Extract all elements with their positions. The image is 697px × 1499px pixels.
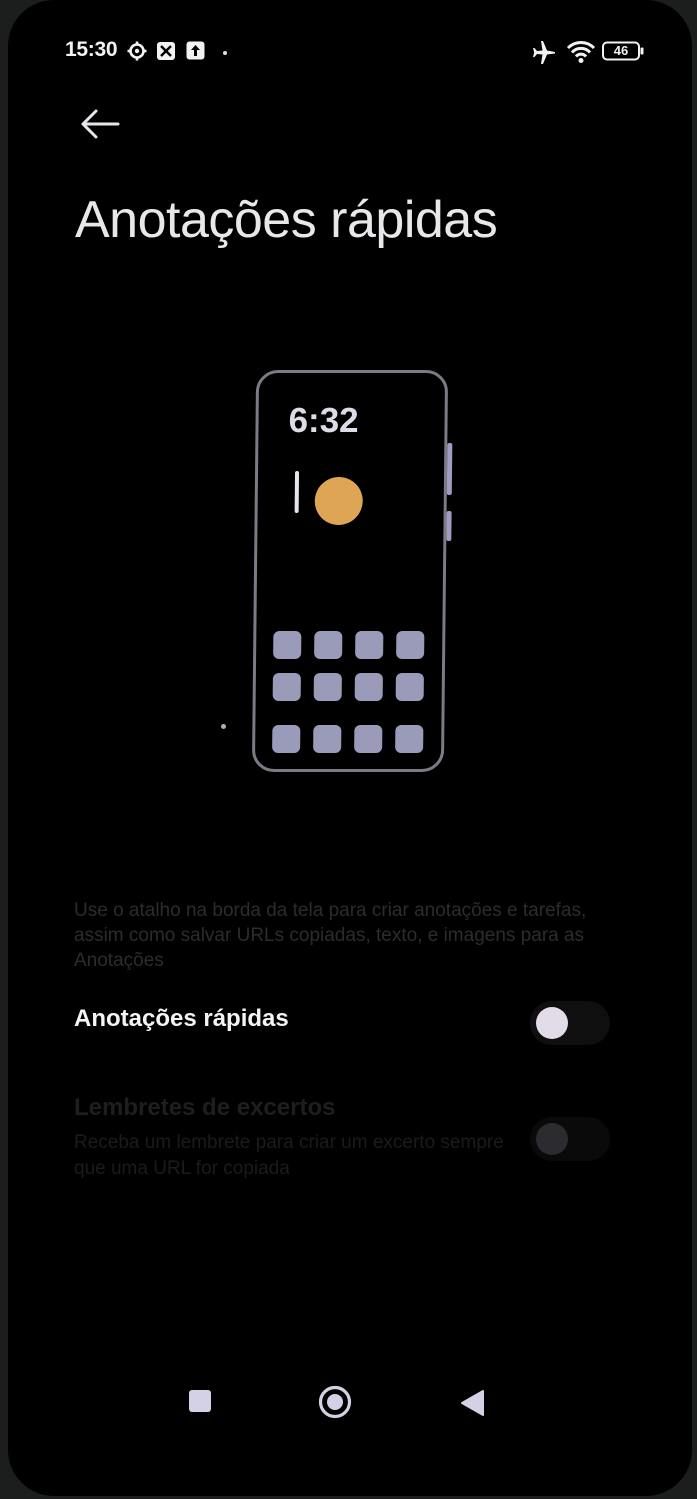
illustration-app-icon xyxy=(272,725,301,753)
toggle-knob xyxy=(536,1007,568,1039)
illustration-app-icon xyxy=(313,673,342,701)
app-notification-icon xyxy=(157,42,175,60)
illustration-app-icon xyxy=(354,673,383,701)
page-title: Anotações rápidas xyxy=(75,191,498,249)
illustration-app-icon xyxy=(355,631,384,659)
feature-description: Use o atalho na borda da tela para criar… xyxy=(74,900,587,971)
illustration-phone-frame: 6:32 xyxy=(251,370,453,772)
back-arrow-icon[interactable] xyxy=(78,104,122,144)
illustration-app-icon xyxy=(272,673,301,701)
recents-square-icon[interactable] xyxy=(189,1390,211,1412)
home-circle-icon[interactable] xyxy=(318,1385,352,1419)
quick-notes-setting-label: Anotações rápidas xyxy=(74,1005,289,1032)
battery-icon: 46 xyxy=(602,41,644,61)
upload-icon xyxy=(186,41,205,60)
settings-gear-icon xyxy=(127,41,147,61)
airplane-mode-icon xyxy=(533,41,555,64)
illustration-clock: 6:32 xyxy=(288,401,359,440)
battery-level: 46 xyxy=(613,43,629,58)
quick-notes-illustration: 6:32 xyxy=(246,368,461,778)
snippet-reminders-toggle[interactable] xyxy=(530,1117,610,1161)
illustration-cursor xyxy=(294,471,300,513)
illustration-app-icon xyxy=(395,725,424,753)
illustration-app-icon xyxy=(273,631,302,659)
toggle-knob xyxy=(536,1123,568,1155)
decorative-dot xyxy=(221,724,226,729)
notification-dot xyxy=(223,51,227,55)
phone-screen: 15:30 46 Anotações rápidas 6:32 Use o at… xyxy=(8,0,692,1496)
back-triangle-icon[interactable] xyxy=(459,1389,485,1417)
illustration-side-handle-small xyxy=(446,511,452,541)
illustration-side-handle xyxy=(446,443,453,495)
wifi-icon xyxy=(566,41,596,63)
status-time: 15:30 xyxy=(65,38,118,61)
illustration-app-icon xyxy=(314,631,343,659)
status-bar: 15:30 46 xyxy=(8,36,692,72)
snippet-reminders-description: Receba um lembrete para criar um excerto… xyxy=(74,1132,504,1179)
quick-notes-toggle[interactable] xyxy=(530,1001,610,1045)
illustration-app-icon xyxy=(396,631,425,659)
illustration-sun-icon xyxy=(314,477,363,525)
illustration-app-icon xyxy=(313,725,342,753)
illustration-app-icon xyxy=(395,673,424,701)
snippet-reminders-label: Lembretes de excertos xyxy=(74,1094,336,1121)
illustration-app-icon xyxy=(354,725,383,753)
